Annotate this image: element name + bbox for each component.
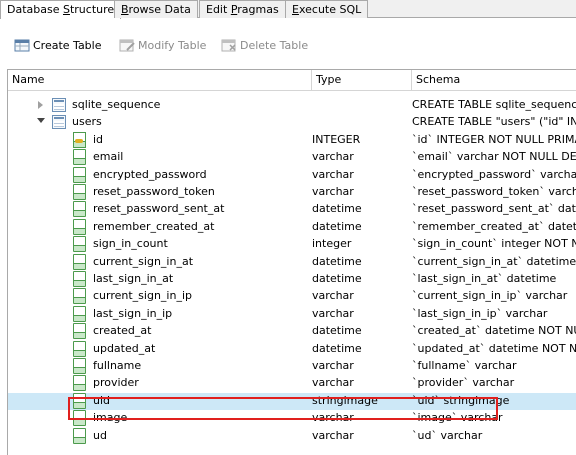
field-name: current_sign_in_at [93, 254, 194, 268]
field-name: provider [93, 376, 139, 390]
field-row[interactable]: current_sign_in_ip varchar `current_sign_i… [8, 288, 576, 305]
field-row[interactable]: created_at datetime `created_at` datetime … [8, 323, 576, 340]
tab-browse-data[interactable]: Browse Data [114, 0, 198, 18]
field-schema: `image` varchar [412, 411, 503, 425]
field-type: varchar [312, 289, 354, 303]
modify-table-icon [119, 38, 135, 52]
tab-edit-pragmas[interactable]: Edit Pragmas [199, 0, 286, 18]
field-name: fullname [93, 359, 142, 372]
field-type: datetime [312, 254, 362, 268]
field-schema: `current_sign_in_at` datetime [412, 254, 576, 268]
field-name: updated_at [93, 341, 156, 355]
table-name: users [72, 115, 102, 129]
field-row[interactable]: reset_password_token varchar `reset_passwo… [8, 184, 576, 201]
create-table-icon [14, 38, 30, 52]
field-schema: `provider` varchar [412, 376, 515, 390]
field-type: datetime [312, 324, 362, 338]
column-header-type[interactable]: Type [312, 70, 412, 91]
create-table-button[interactable]: Create Table [14, 36, 102, 54]
field-row[interactable]: encrypted_password varchar `encrypted_pass… [8, 166, 576, 184]
field-type: integer [312, 237, 352, 251]
field-name: email [93, 150, 124, 164]
field-type: datetime [312, 272, 362, 285]
field-row[interactable]: uid stringimage `uid` stringimage [8, 392, 576, 411]
field-row[interactable]: remember_created_at datetime `remember_cre… [8, 218, 576, 236]
field-type: varchar [312, 185, 354, 198]
field-schema: `updated_at` datetime NOT NU [412, 341, 576, 355]
field-type: varchar [312, 411, 354, 425]
field-type: varchar [312, 150, 354, 164]
field-row[interactable]: provider varchar `provider` varchar [8, 375, 576, 392]
field-name: ud [93, 428, 107, 442]
field-name: current_sign_in_ip [93, 289, 192, 303]
field-type: varchar [312, 428, 354, 442]
field-name: created_at [93, 324, 152, 338]
field-type: varchar [312, 359, 354, 372]
table-row[interactable]: users CREATE TABLE "users" ("id" INTE [8, 114, 576, 131]
field-schema: `last_sign_in_at` datetime [412, 272, 557, 285]
table-row[interactable]: sqlite_sequence CREATE TABLE sqlite_seque… [8, 97, 576, 114]
field-row[interactable]: updated_at datetime `updated_at` datetime … [8, 340, 576, 358]
field-schema: `uid` stringimage [412, 393, 510, 407]
table-name: sqlite_sequence [72, 98, 161, 111]
tab-database-structure[interactable]: Database Structure [0, 0, 122, 19]
delete-table-button[interactable]: Delete Table [221, 36, 308, 54]
field-name: last_sign_in_ip [93, 306, 173, 320]
field-row[interactable]: fullname varchar `fullname` varchar [8, 358, 576, 375]
delete-table-icon [221, 38, 237, 52]
toolbar: Create Table Modify Table Delete Table [0, 19, 576, 69]
field-schema: `reset_password_token` varcha [412, 185, 576, 198]
table-schema: CREATE TABLE sqlite_sequence( [412, 98, 576, 111]
field-type: varchar [312, 167, 354, 181]
field-row[interactable]: id INTEGER `id` INTEGER NOT NULL PRIMA [8, 131, 576, 149]
field-name: reset_password_sent_at [93, 202, 225, 216]
modify-table-button[interactable]: Modify Table [119, 36, 206, 54]
field-name: remember_created_at [93, 219, 215, 233]
field-name: encrypted_password [93, 167, 207, 181]
field-name: id [93, 132, 104, 146]
schema-tree[interactable]: Name Type Schema sqlite_sequence CREATE T… [7, 69, 576, 455]
field-type: INTEGER [312, 132, 361, 146]
field-schema: `current_sign_in_ip` varchar [412, 289, 568, 303]
field-schema: `email` varchar NOT NULL DEF [412, 150, 576, 164]
field-schema: `encrypted_password` varchar N [412, 167, 576, 181]
field-schema: `sign_in_count` integer NOT N [412, 237, 576, 251]
tab-execute-sql[interactable]: Execute SQL [285, 0, 369, 18]
field-schema: `ud` varchar [412, 428, 483, 442]
field-row[interactable]: email varchar `email` varchar NOT NULL DEF [8, 149, 576, 166]
field-row[interactable]: reset_password_sent_at datetime `reset_pas… [8, 201, 576, 218]
field-schema: `last_sign_in_ip` varchar [412, 306, 548, 320]
field-schema: `reset_password_sent_at` date [412, 202, 576, 216]
table-schema: CREATE TABLE "users" ("id" INTE [412, 115, 576, 129]
field-row[interactable]: sign_in_count integer `sign_in_count` inte… [8, 236, 576, 253]
field-type: varchar [312, 306, 354, 320]
field-name: sign_in_count [93, 237, 168, 251]
field-schema: `fullname` varchar [412, 359, 517, 372]
field-row[interactable]: last_sign_in_ip varchar `last_sign_in_ip` … [8, 305, 576, 323]
field-schema: `created_at` datetime NOT NUL [412, 324, 576, 338]
field-row[interactable]: image varchar `image` varchar [8, 410, 576, 427]
field-row[interactable]: ud varchar `ud` varchar [8, 427, 576, 445]
field-schema: `remember_created_at` datetim [412, 219, 576, 233]
field-name: reset_password_token [93, 185, 215, 198]
field-schema: `id` INTEGER NOT NULL PRIMA [412, 132, 576, 146]
field-name: last_sign_in_at [93, 272, 174, 285]
column-header-name[interactable]: Name [8, 70, 312, 91]
field-type: varchar [312, 376, 354, 390]
tree-header: Name Type Schema [8, 70, 576, 91]
field-type: datetime [312, 219, 362, 233]
field-row[interactable]: last_sign_in_at datetime `last_sign_in_at`… [8, 271, 576, 288]
tab-bar: Database Structure Browse Data Edit Prag… [0, 0, 576, 19]
field-row[interactable]: current_sign_in_at datetime `current_sign_… [8, 253, 576, 271]
field-name: uid [93, 393, 111, 407]
field-type: stringimage [312, 393, 378, 407]
field-type: datetime [312, 341, 362, 355]
field-type: datetime [312, 202, 362, 216]
field-name: image [93, 411, 128, 425]
column-header-schema[interactable]: Schema [412, 70, 576, 91]
